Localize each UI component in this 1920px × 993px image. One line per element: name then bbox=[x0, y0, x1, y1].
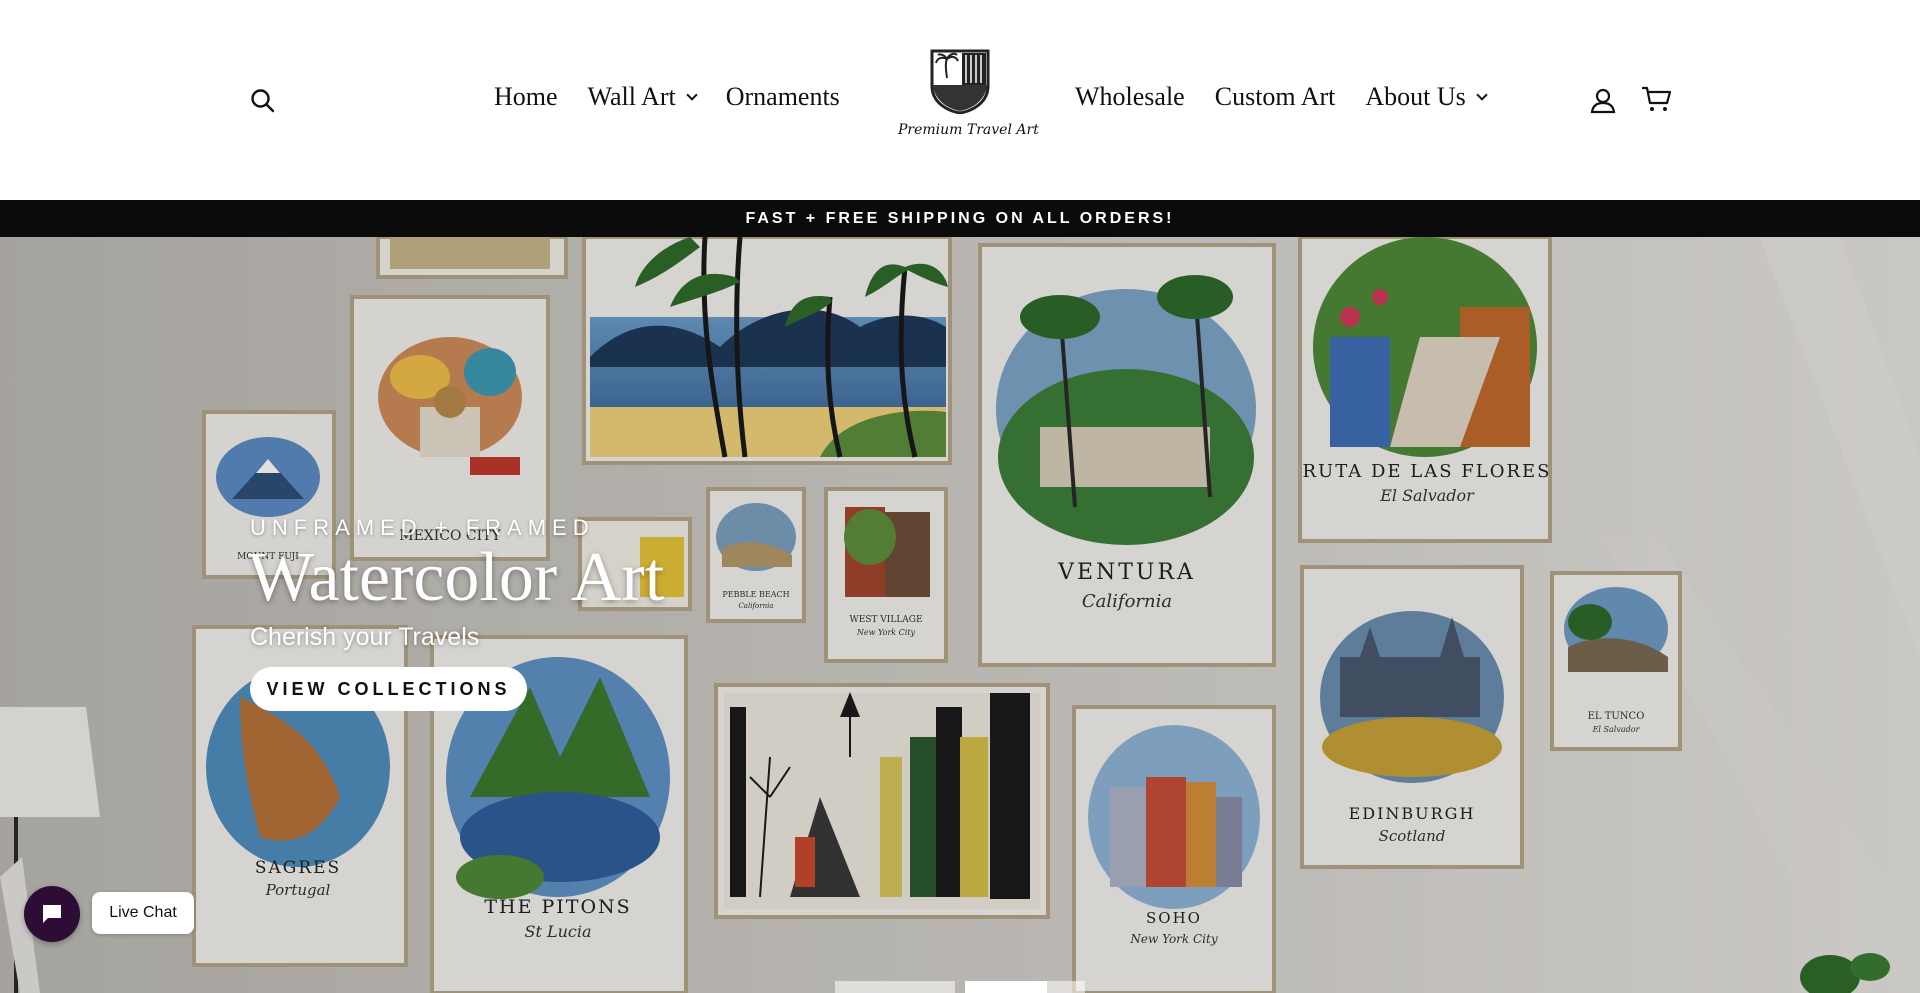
nav-wall-art[interactable]: Wall Art bbox=[587, 82, 698, 112]
announcement-bar: FAST + FREE SHIPPING ON ALL ORDERS! bbox=[0, 200, 1920, 237]
cart-icon[interactable] bbox=[1640, 84, 1672, 114]
chevron-down-icon bbox=[1476, 89, 1488, 101]
chat-bubble-icon bbox=[43, 905, 61, 923]
nav-ornaments-label: Ornaments bbox=[725, 82, 840, 111]
nav-right: Wholesale Custom Art About Us bbox=[1075, 82, 1488, 112]
site-header: Home Wall Art Ornaments Premium Travel A… bbox=[0, 0, 1920, 200]
slide-dot-3[interactable] bbox=[1047, 981, 1085, 993]
search-icon[interactable] bbox=[248, 86, 278, 116]
slide-dot-2-active[interactable] bbox=[965, 981, 1047, 993]
slide-indicators bbox=[835, 981, 1085, 993]
nav-home-label: Home bbox=[494, 82, 558, 111]
account-icon[interactable] bbox=[1588, 86, 1618, 116]
live-chat-button[interactable] bbox=[24, 886, 80, 942]
hero-subtitle: Cherish your Travels bbox=[250, 623, 480, 651]
hero-kicker: UNFRAMED + FRAMED bbox=[250, 515, 595, 540]
nav-ornaments[interactable]: Ornaments bbox=[726, 82, 840, 112]
nav-about-us[interactable]: About Us bbox=[1365, 82, 1488, 112]
nav-left: Home Wall Art Ornaments bbox=[494, 82, 840, 112]
hero-title: Watercolor Art bbox=[248, 539, 665, 616]
site-logo[interactable]: Premium Travel Art bbox=[898, 48, 1039, 148]
nav-wholesale[interactable]: Wholesale bbox=[1075, 82, 1185, 112]
nav-wall-art-label: Wall Art bbox=[587, 82, 676, 111]
live-chat-label[interactable]: Live Chat bbox=[92, 892, 194, 934]
nav-wholesale-label: Wholesale bbox=[1075, 82, 1185, 111]
nav-custom-art[interactable]: Custom Art bbox=[1215, 82, 1336, 112]
logo-text: Premium Travel Art bbox=[898, 122, 1039, 138]
nav-home[interactable]: Home bbox=[494, 82, 558, 112]
announcement-text: FAST + FREE SHIPPING ON ALL ORDERS! bbox=[745, 209, 1175, 227]
nav-custom-art-label: Custom Art bbox=[1214, 82, 1336, 111]
slide-dot-1[interactable] bbox=[835, 981, 955, 993]
nav-about-us-label: About Us bbox=[1365, 82, 1466, 111]
shield-logo-icon bbox=[930, 49, 990, 114]
hero-slideshow: MEXICO CITY MOUNT FUJI VENTURA Californi… bbox=[0, 237, 1920, 993]
chevron-down-icon bbox=[686, 89, 698, 101]
view-collections-button[interactable]: VIEW COLLECTIONS bbox=[250, 667, 527, 711]
